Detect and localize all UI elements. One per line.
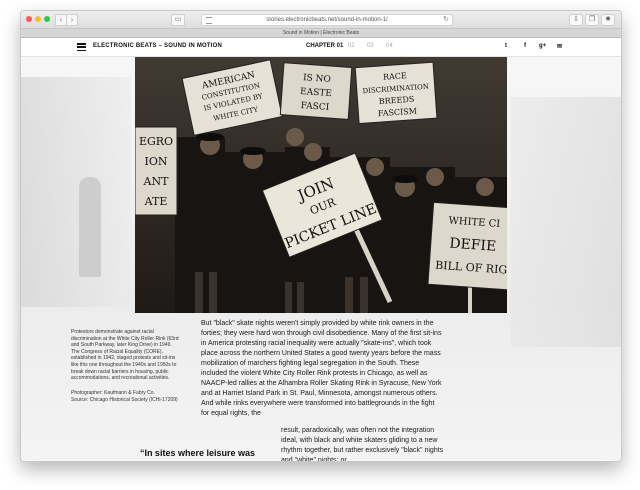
facebook-icon[interactable]: f — [524, 43, 526, 49]
close-window-button[interactable] — [26, 16, 32, 22]
source-credit: Source: Chicago Historical Society (ICHi… — [71, 396, 178, 403]
sign2-line1: IS NO — [303, 73, 331, 85]
sidebar-toggle-icon[interactable]: ▭ — [171, 14, 185, 26]
sign6-line2: DEFIE — [449, 236, 497, 255]
google-plus-icon[interactable]: g+ — [539, 43, 546, 49]
pull-quote: “In sites where leisure was consumed act… — [116, 448, 255, 461]
chapter-03-link[interactable]: 03 — [367, 43, 374, 49]
protest-photo-image: AMERICAN CONSTITUTION IS VIOLATED BY WHI… — [135, 57, 507, 313]
photo-caption: Protestors demonstrate against racial di… — [71, 329, 179, 382]
maximize-window-button[interactable] — [44, 16, 50, 22]
sign4-line2: ION — [145, 155, 168, 168]
minimize-window-button[interactable] — [35, 16, 41, 22]
photographer-credit: Photographer: Kaufmann & Fabry Co. — [71, 390, 155, 396]
forward-button[interactable]: › — [66, 14, 78, 26]
browser-window: ‹ › ▭ stories.electronicbeats.net/sound-… — [20, 10, 622, 462]
tabs-overview-icon[interactable]: ❐ — [585, 14, 599, 26]
chapter-02-link[interactable]: 02 — [348, 43, 355, 49]
protest-photo: AMERICAN CONSTITUTION IS VIOLATED BY WHI… — [135, 57, 507, 313]
sign4-line3: ANT — [143, 175, 170, 188]
sign4-line4: ATE — [144, 195, 168, 208]
site-title[interactable]: ELECTRONIC BEATS – SOUND IN MOTION — [93, 43, 222, 49]
sign4-line1: EGRO — [139, 135, 173, 148]
sign3-line1: RACE — [383, 71, 407, 82]
chapter-01-link[interactable]: CHAPTER 01 — [306, 43, 343, 49]
reload-icon[interactable]: ↻ — [443, 15, 449, 25]
extension-icon[interactable]: ✸ — [601, 14, 615, 26]
address-bar[interactable]: stories.electronicbeats.net/sound-in-mot… — [201, 14, 453, 26]
photo-credit: Photographer: Kaufmann & Fabry Co. Sourc… — [71, 390, 191, 403]
twitter-icon[interactable]: t — [505, 43, 507, 49]
tab-strip: Sound in Motion | Electronic Beats — [21, 29, 621, 38]
article-paragraph-1: But "black" skate nights weren't simply … — [201, 320, 442, 417]
article-paragraph-2: result, paradoxically, was often not the… — [281, 427, 444, 461]
page-icon — [206, 17, 212, 24]
background-skater-figure — [79, 177, 101, 277]
chapter-04-link[interactable]: 04 — [386, 43, 393, 49]
menu-icon[interactable] — [77, 43, 86, 52]
story-content: AMERICAN CONSTITUTION IS VIOLATED BY WHI… — [21, 57, 621, 461]
url-text: stories.electronicbeats.net/sound-in-mot… — [266, 17, 388, 23]
download-icon[interactable]: ⇩ — [569, 14, 583, 26]
site-navbar: ELECTRONIC BEATS – SOUND IN MOTION CHAPT… — [21, 38, 621, 57]
sign2-line3: FASCI — [300, 101, 330, 113]
email-icon[interactable]: ✉ — [557, 43, 562, 50]
background-wall-right — [511, 97, 621, 347]
background-wall — [21, 77, 131, 307]
active-tab-title[interactable]: Sound in Motion | Electronic Beats — [283, 30, 359, 36]
browser-toolbar: ‹ › ▭ stories.electronicbeats.net/sound-… — [21, 11, 621, 29]
